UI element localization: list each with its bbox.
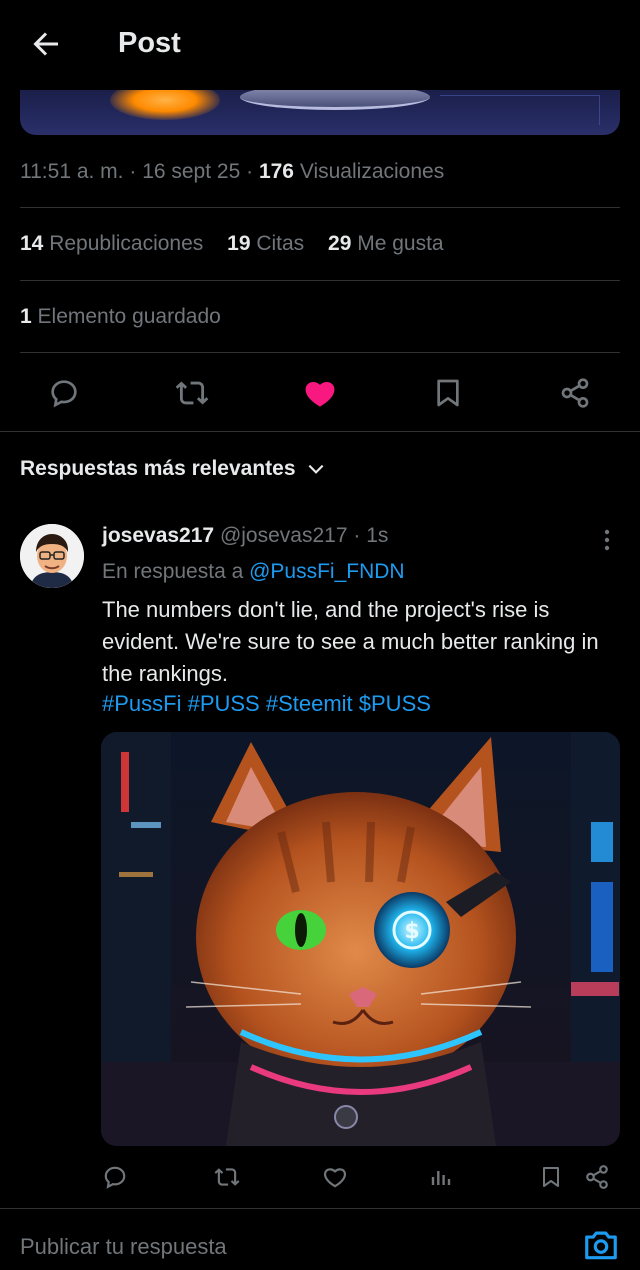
camera-icon xyxy=(585,1231,617,1260)
reply-icon xyxy=(104,1166,126,1189)
post-media-image[interactable] xyxy=(20,90,620,135)
camera-button[interactable] xyxy=(582,1226,620,1264)
likes-stat[interactable]: 29 Me gusta xyxy=(328,232,444,255)
avatar[interactable] xyxy=(20,524,84,588)
reply-views-button[interactable] xyxy=(424,1160,458,1194)
views-icon xyxy=(431,1171,451,1185)
quotes-stat[interactable]: 19 Citas xyxy=(227,232,304,255)
post-stats: 14 Republicaciones 19 Citas 29 Me gusta xyxy=(20,232,462,256)
bookmarks-stat[interactable]: 1 Elemento guardado xyxy=(20,305,221,329)
reply-reply-button[interactable] xyxy=(98,1160,132,1194)
bookmark-icon xyxy=(543,1167,559,1187)
heart-outline-icon xyxy=(324,1168,346,1188)
reply-hashtags[interactable]: #PussFi #PUSS #Steemit $PUSS xyxy=(102,691,431,717)
reply-mention-link[interactable]: @PussFi_FNDN xyxy=(249,560,405,583)
views-label: Visualizaciones xyxy=(294,160,445,183)
divider xyxy=(20,280,620,281)
views-count: 176 xyxy=(258,160,294,183)
post-metadata: 11:51 a. m. · 16 sept 25 · 176 Visualiza… xyxy=(20,160,445,183)
like-button[interactable] xyxy=(303,376,337,410)
reply-bookmark-button[interactable] xyxy=(534,1160,568,1194)
post-time[interactable]: 11:51 a. m. xyxy=(20,160,124,183)
reply-more-button[interactable] xyxy=(596,526,618,554)
share-icon xyxy=(561,378,589,408)
reply-icon xyxy=(51,380,77,408)
repost-icon xyxy=(214,1168,240,1186)
top-app-bar: Post xyxy=(0,0,640,90)
bookmark-icon xyxy=(437,379,459,407)
arrow-left-icon xyxy=(33,32,58,56)
share-button[interactable] xyxy=(558,376,592,410)
divider xyxy=(0,431,640,432)
reply-like-button[interactable] xyxy=(318,1160,352,1194)
heart-filled-icon xyxy=(305,381,335,407)
reply-media-image[interactable]: $ xyxy=(101,732,620,1146)
reply-author-handle[interactable]: @josevas217 xyxy=(214,524,348,547)
repost-button[interactable] xyxy=(175,376,209,410)
reply-text: The numbers don't lie, and the project's… xyxy=(102,597,599,686)
repost-icon xyxy=(175,381,209,405)
share-icon xyxy=(586,1165,608,1189)
page-title: Post xyxy=(118,27,181,59)
in-reply-to: En respuesta a @PussFi_FNDN xyxy=(102,560,405,583)
replies-sort-label: Respuestas más relevantes xyxy=(20,457,296,480)
reply-repost-button[interactable] xyxy=(210,1160,244,1194)
back-button[interactable] xyxy=(28,26,64,62)
svg-text:$: $ xyxy=(404,919,419,944)
reply-share-button[interactable] xyxy=(580,1160,614,1194)
reply-author-name[interactable]: josevas217 xyxy=(102,524,214,547)
chevron-down-icon xyxy=(308,464,323,474)
replies-sort-dropdown[interactable]: Respuestas más relevantes xyxy=(20,457,326,481)
reply-header: josevas217 @josevas217 · 1s xyxy=(102,524,389,547)
divider xyxy=(20,207,620,208)
reply-button[interactable] xyxy=(47,376,81,410)
post-date[interactable]: 16 sept 25 xyxy=(142,160,240,183)
reply-input[interactable]: Publicar tu respuesta xyxy=(20,1234,227,1260)
more-vertical-icon xyxy=(604,529,610,551)
bookmark-button[interactable] xyxy=(431,376,465,410)
divider xyxy=(20,352,620,353)
reply-time[interactable]: 1s xyxy=(366,524,388,547)
reposts-stat[interactable]: 14 Republicaciones xyxy=(20,232,203,255)
